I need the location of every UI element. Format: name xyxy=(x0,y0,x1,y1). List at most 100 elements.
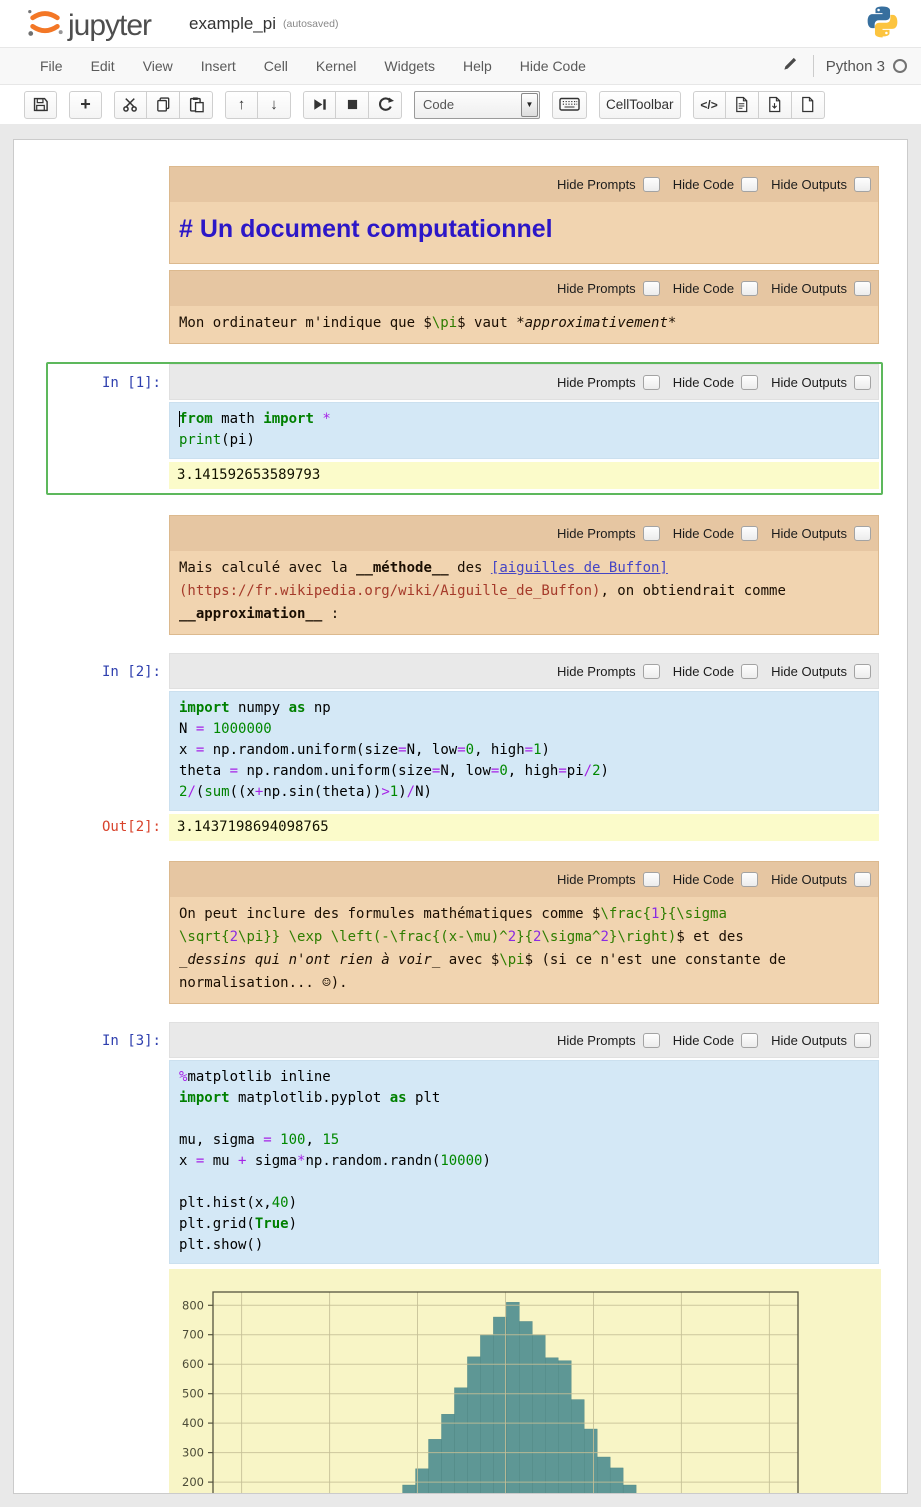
hide-prompts-checkbox[interactable] xyxy=(643,1033,660,1048)
cut-cell-icon xyxy=(122,96,139,113)
copy-cell-button[interactable] xyxy=(147,91,180,119)
prompt-column: In [3]: xyxy=(14,1022,169,1264)
markdown-source[interactable]: Mon ordinateur m'indique que $\pi$ vaut … xyxy=(169,306,879,344)
markdown-source[interactable]: Mais calculé avec la __méthode__ des [ai… xyxy=(169,551,879,635)
hide-code-checkbox[interactable] xyxy=(741,1033,758,1048)
hide-outputs-checkbox[interactable] xyxy=(854,281,871,296)
hide-prompts-checkbox[interactable] xyxy=(643,375,660,390)
menu-file[interactable]: File xyxy=(26,58,77,74)
save-icon xyxy=(32,96,49,113)
menu-view[interactable]: View xyxy=(129,58,187,74)
source-line: from math import * xyxy=(179,409,872,430)
doc-blank-button[interactable] xyxy=(792,91,825,119)
notebook-title[interactable]: example_pi xyxy=(189,14,276,34)
hide-outputs-checkbox[interactable] xyxy=(854,872,871,887)
hide-prompts-checkbox[interactable] xyxy=(643,281,660,296)
hide-outputs-label: Hide Outputs xyxy=(771,177,847,192)
toolbar-group xyxy=(303,91,402,119)
source-line: mu, sigma = 100, 15 xyxy=(179,1130,872,1151)
cell-toolbar: Hide PromptsHide CodeHide Outputs xyxy=(169,270,879,306)
markdown-cell: Hide PromptsHide CodeHide OutputsOn peut… xyxy=(14,861,907,1004)
cell-toolbar: Hide PromptsHide CodeHide Outputs xyxy=(169,166,879,202)
jupyter-logo[interactable]: jupyter xyxy=(24,5,151,43)
source-line: theta = np.random.uniform(size=N, low=0,… xyxy=(179,761,872,782)
hide-prompts-label: Hide Prompts xyxy=(557,375,636,390)
hide-code-checkbox[interactable] xyxy=(741,664,758,679)
code-cell: In [3]: Hide PromptsHide CodeHide Outputs… xyxy=(14,1022,907,1494)
hide-prompts-checkbox[interactable] xyxy=(643,526,660,541)
menu-help[interactable]: Help xyxy=(449,58,506,74)
menu-insert[interactable]: Insert xyxy=(187,58,250,74)
doc-text-button[interactable] xyxy=(726,91,759,119)
divider xyxy=(813,55,814,77)
hide-code-checkbox[interactable] xyxy=(741,281,758,296)
cell-toolbar: Hide PromptsHide CodeHide Outputs xyxy=(169,1022,879,1058)
hide-prompts-label: Hide Prompts xyxy=(557,526,636,541)
hide-outputs-label: Hide Outputs xyxy=(771,1033,847,1048)
menu-hide-code[interactable]: Hide Code xyxy=(506,58,600,74)
toolbar: + ↑ ↓ Code ▼ CellToolbar </> xyxy=(0,85,921,124)
input-prompt: In [3]: xyxy=(102,1033,161,1049)
edit-mode-pencil-icon[interactable] xyxy=(782,55,799,77)
toolbar-group xyxy=(114,91,213,119)
code-editor[interactable]: from math import *print(pi) xyxy=(169,402,879,459)
celltoolbar-button[interactable]: CellToolbar xyxy=(599,91,681,119)
restart-kernel-icon xyxy=(377,96,394,113)
jupyter-logo-text: jupyter xyxy=(68,9,151,43)
hide-code-checkbox[interactable] xyxy=(741,526,758,541)
save-button[interactable] xyxy=(24,91,57,119)
code-view-button[interactable]: </> xyxy=(693,91,726,119)
source-line xyxy=(179,1109,872,1130)
add-cell-button[interactable]: + xyxy=(69,91,102,119)
cell-toolbar: Hide PromptsHide CodeHide Outputs xyxy=(169,653,879,689)
markdown-source[interactable]: # Un document computationnel xyxy=(169,202,879,264)
doc-text-icon xyxy=(733,96,750,113)
cell-type-select[interactable]: Code ▼ xyxy=(414,91,540,119)
move-cell-down-icon: ↓ xyxy=(270,96,278,113)
hide-prompts-label: Hide Prompts xyxy=(557,1033,636,1048)
hide-prompts-checkbox[interactable] xyxy=(643,664,660,679)
restart-kernel-button[interactable] xyxy=(369,91,402,119)
prompt-column xyxy=(14,270,169,344)
paste-cell-button[interactable] xyxy=(180,91,213,119)
jupyter-logo-icon xyxy=(24,5,66,43)
hide-outputs-checkbox[interactable] xyxy=(854,177,871,192)
hide-prompts-checkbox[interactable] xyxy=(643,872,660,887)
hide-code-checkbox[interactable] xyxy=(741,177,758,192)
svg-text:800: 800 xyxy=(182,1298,204,1312)
hide-outputs-checkbox[interactable] xyxy=(854,664,871,679)
hide-outputs-checkbox[interactable] xyxy=(854,375,871,390)
hide-prompts-label: Hide Prompts xyxy=(557,281,636,296)
code-editor[interactable]: %matplotlib inlineimport matplotlib.pypl… xyxy=(169,1060,879,1264)
run-cell-button[interactable] xyxy=(303,91,336,119)
markdown-source[interactable]: On peut inclure des formules mathématiqu… xyxy=(169,897,879,1004)
code-cell: In [2]:Hide PromptsHide CodeHide Outputs… xyxy=(14,653,907,841)
source-line: N = 1000000 xyxy=(179,719,872,740)
source-line: print(pi) xyxy=(179,430,872,451)
hide-code-checkbox[interactable] xyxy=(741,375,758,390)
code-cell: In [1]:Hide PromptsHide CodeHide Outputs… xyxy=(46,362,883,495)
hide-outputs-checkbox[interactable] xyxy=(854,526,871,541)
menu-edit[interactable]: Edit xyxy=(77,58,129,74)
hide-code-checkbox[interactable] xyxy=(741,872,758,887)
hide-code-label: Hide Code xyxy=(673,281,734,296)
source-line: \sqrt{2\pi}} \exp \left(-\frac{(x-\mu)^2… xyxy=(179,926,872,949)
move-cell-down-button[interactable]: ↓ xyxy=(258,91,291,119)
keyboard-button[interactable] xyxy=(552,91,587,119)
kernel-status-icon xyxy=(893,59,907,73)
cut-cell-button[interactable] xyxy=(114,91,147,119)
stop-kernel-button[interactable] xyxy=(336,91,369,119)
menu-widgets[interactable]: Widgets xyxy=(370,58,449,74)
hide-prompts-label: Hide Prompts xyxy=(557,177,636,192)
doc-pdf-button[interactable] xyxy=(759,91,792,119)
move-cell-up-button[interactable]: ↑ xyxy=(225,91,258,119)
cell-toolbar: Hide PromptsHide CodeHide Outputs xyxy=(169,515,879,551)
hide-prompts-checkbox[interactable] xyxy=(643,177,660,192)
menu-cell[interactable]: Cell xyxy=(250,58,302,74)
autosave-status: (autosaved) xyxy=(283,18,338,30)
menu-kernel[interactable]: Kernel xyxy=(302,58,370,74)
hide-outputs-checkbox[interactable] xyxy=(854,1033,871,1048)
code-editor[interactable]: import numpy as npN = 1000000x = np.rand… xyxy=(169,691,879,811)
source-line: 2/(sum((x+np.sin(theta))>1)/N) xyxy=(179,782,872,803)
markdown-cell: Hide PromptsHide CodeHide OutputsMais ca… xyxy=(14,515,907,635)
